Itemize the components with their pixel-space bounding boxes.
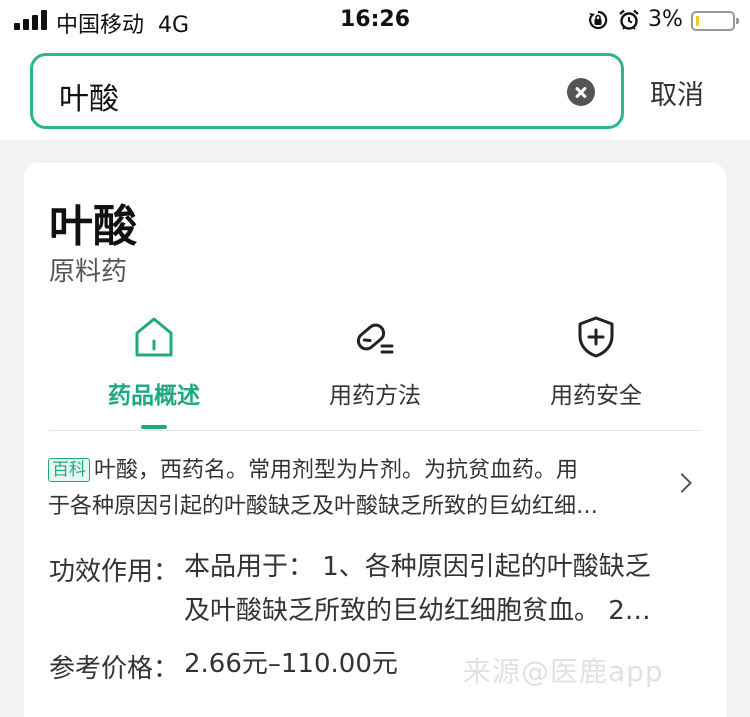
summary-text-line2: 于各种原因引起的叶酸缺乏及叶酸缺乏所致的巨幼红细… <box>48 494 599 519</box>
encyclopedia-badge: 百科 <box>48 458 90 482</box>
tab-label: 用药方法 <box>329 383 421 409</box>
watermark: 来源@医鹿app <box>463 655 664 688</box>
shield-plus-icon <box>578 316 614 358</box>
cancel-button[interactable]: 取消 <box>650 73 704 112</box>
encyclopedia-summary[interactable]: 百科 叶酸，西药名。常用剂型为片剂。为抗贫血药。用 于各种原因引起的叶酸缺乏及叶酸… <box>48 453 648 525</box>
search-query: 叶酸 <box>59 82 119 117</box>
active-tab-indicator <box>141 425 167 429</box>
price-label: 参考价格： <box>49 654 180 684</box>
battery-icon <box>691 11 739 31</box>
tab-safety[interactable]: 用药安全 <box>496 315 696 431</box>
battery-fill <box>696 16 699 26</box>
chevron-right-icon[interactable] <box>672 473 692 493</box>
home-icon <box>135 317 173 357</box>
tab-usage[interactable]: 用药方法 <box>275 315 475 431</box>
battery-percent: 3% <box>648 7 683 32</box>
alarm-icon <box>619 9 639 30</box>
effect-label: 功效作用： <box>49 557 180 587</box>
search-bar: 叶酸 取消 <box>0 42 750 140</box>
effect-line2: 及叶酸缺乏所致的巨幼红细胞贫血。 2… <box>184 596 651 626</box>
summary-text-line1: 叶酸，西药名。常用剂型为片剂。为抗贫血药。用 <box>94 458 579 483</box>
clear-search-icon[interactable] <box>567 78 595 106</box>
effect-line1: 本品用于： 1、各种原因引起的叶酸缺乏 <box>184 552 651 582</box>
drug-type: 原料药 <box>49 257 128 287</box>
rotation-lock-icon <box>589 10 608 30</box>
divider <box>49 430 701 431</box>
pill-icon <box>356 323 394 354</box>
search-input[interactable]: 叶酸 <box>30 53 624 129</box>
tab-label: 药品概述 <box>108 383 200 409</box>
drug-name: 叶酸 <box>49 201 137 252</box>
tab-overview[interactable]: 药品概述 <box>54 315 254 431</box>
drug-card[interactable]: 叶酸 原料药 药品概述 用药方法 用药安全 百科 叶酸，西药名。常用剂型为片剂。为… <box>24 163 726 717</box>
tab-label: 用药安全 <box>550 383 642 409</box>
effect-value: 本品用于： 1、各种原因引起的叶酸缺乏 及叶酸缺乏所致的巨幼红细胞贫血。 2… <box>184 545 684 633</box>
status-bar: 中国移动 4G 16:26 3% <box>0 0 750 42</box>
